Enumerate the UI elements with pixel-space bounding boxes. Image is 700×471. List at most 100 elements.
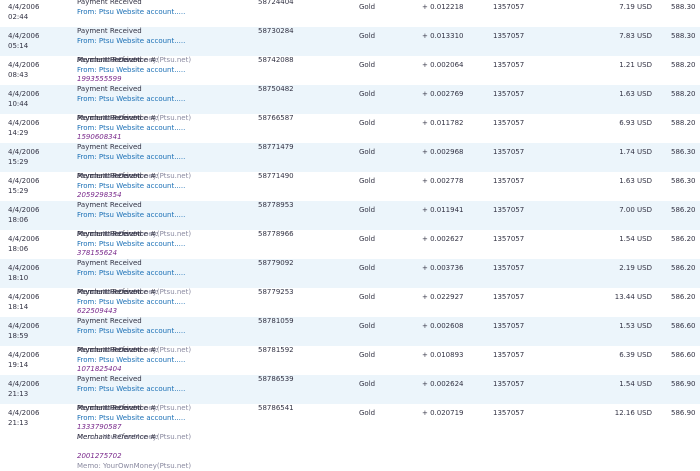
usd-amount: 1.63 USD [619,90,652,98]
batch-number[interactable]: 58724404 [258,0,294,8]
date-text: 4/4/2006 [8,32,40,40]
time-text: 14:29 [8,128,29,137]
account-number: 1357057 [493,90,525,98]
weight-amount: + 0.010893 [422,351,464,359]
weight-amount: + 0.002968 [422,148,464,156]
balance-amount: 588.30 [671,3,696,11]
time-text: 05:14 [8,41,29,50]
time-text: 18:14 [8,302,29,311]
usd-amount: 7.00 USD [619,206,652,214]
from-account-link[interactable]: From: Ptsu Website account..... [77,37,191,47]
time-text: 15:29 [8,186,29,195]
transaction-row: 4/4/2006 15:29 Payment Received From: Ptsu … [0,172,700,238]
metal-type: Gold [359,119,376,127]
from-account-link[interactable]: From: Ptsu Website account..... [77,153,191,163]
from-account-link[interactable]: From: Ptsu Website account..... [77,95,191,105]
account-number: 1357057 [493,351,525,359]
account-number: 1357057 [493,322,525,330]
from-account-link[interactable]: From: Ptsu Website account..... [77,124,191,134]
transaction-row: 4/4/2006 18:10 Payment Received From: Ptsu … [0,259,700,325]
account-number: 1357057 [493,177,525,185]
balance-amount: 588.20 [671,61,696,69]
date-text: 4/4/2006 [8,61,40,69]
batch-number[interactable]: 58750482 [258,85,294,95]
balance-amount: 586.90 [671,409,696,417]
metal-type: Gold [359,90,376,98]
batch-number[interactable]: 58766587 [258,114,294,124]
transaction-row: 4/4/2006 10:44 Payment Received From: Ptsu … [0,85,700,151]
weight-amount: + 0.003736 [422,264,464,272]
date-cell: 4/4/2006 18:59 [8,322,44,341]
transaction-type: Payment Received [77,0,142,6]
from-line: From: Ptsu Website account..... Merchant… [77,414,191,462]
from-account-link[interactable]: From: Ptsu Website account..... [77,269,191,279]
batch-number[interactable]: 58786541 [258,404,294,414]
balance-amount: 586.20 [671,235,696,243]
date-text: 4/4/2006 [8,206,40,214]
from-account-link[interactable]: From: Ptsu Website account..... [77,298,191,308]
weight-amount: + 0.013310 [422,32,464,40]
batch-number[interactable]: 58779092 [258,259,294,269]
account-number: 1357057 [493,380,525,388]
transaction-type: Payment Received [77,85,142,93]
balance-amount: 586.90 [671,380,696,388]
metal-type: Gold [359,293,376,301]
batch-number[interactable]: 58778953 [258,201,294,211]
account-number: 1357057 [493,148,525,156]
transaction-history-table: 4/4/2006 02:44 Payment Received From: Ptsu … [0,0,700,470]
transaction-row: 4/4/2006 15:29 Payment Received From: Ptsu … [0,143,700,209]
date-text: 4/4/2006 [8,409,40,417]
transaction-row: 4/4/2006 18:06 Payment Received From: Ptsu … [0,201,700,267]
date-cell: 4/4/2006 08:43 [8,61,44,80]
transaction-row: 4/4/2006 18:59 Payment Received From: Ptsu … [0,317,700,383]
from-account-link[interactable]: From: Ptsu Website account..... [77,356,191,366]
transaction-row: 4/4/2006 08:43 Payment Received From: Ptsu … [0,56,700,122]
transaction-row: 4/4/2006 05:14 Payment Received From: Ptsu … [0,27,700,93]
metal-type: Gold [359,322,376,330]
date-text: 4/4/2006 [8,177,40,185]
time-text: 19:14 [8,360,29,369]
balance-amount: 586.60 [671,322,696,330]
batch-number[interactable]: 58781059 [258,317,294,327]
from-account-link[interactable]: From: Ptsu Website account..... [77,66,191,76]
from-account-link[interactable]: From: Ptsu Website account..... [77,8,191,18]
from-account-link[interactable]: From: Ptsu Website account..... [77,211,191,221]
batch-number[interactable]: 58781592 [258,346,294,356]
account-number: 1357057 [493,119,525,127]
date-text: 4/4/2006 [8,3,40,11]
from-account-link[interactable]: From: Ptsu Website account..... [77,385,191,395]
batch-number[interactable]: 58778966 [258,230,294,240]
date-cell: 4/4/2006 18:06 [8,235,44,254]
usd-amount: 6.39 USD [619,351,652,359]
account-number: 1357057 [493,206,525,214]
from-account-link[interactable]: From: Ptsu Website account..... [77,240,191,250]
date-cell: 4/4/2006 15:29 [8,148,44,167]
weight-amount: + 0.011941 [422,206,464,214]
transaction-row: 4/4/2006 21:13 Payment Received From: Ptsu … [0,404,700,470]
metal-type: Gold [359,380,376,388]
metal-type: Gold [359,3,376,11]
batch-number[interactable]: 58730284 [258,27,294,37]
time-text: 18:59 [8,331,29,340]
time-text: 21:13 [8,418,29,427]
weight-amount: + 0.002608 [422,322,464,330]
merchant-reference-label: Merchant Reference #: [77,432,159,441]
balance-amount: 586.30 [671,177,696,185]
transaction-row: 4/4/2006 02:44 Payment Received From: Ptsu … [0,0,700,64]
time-text: 18:10 [8,273,29,282]
transaction-type: Payment Received [77,172,142,180]
batch-number[interactable]: 58742088 [258,56,294,66]
transaction-row: 4/4/2006 19:14 Payment Received From: Ptsu … [0,346,700,412]
batch-number[interactable]: 58779253 [258,288,294,298]
balance-amount: 586.20 [671,264,696,272]
batch-number[interactable]: 58771490 [258,172,294,182]
from-account-link[interactable]: From: Ptsu Website account..... [77,414,191,424]
batch-number[interactable]: 58786539 [258,375,294,385]
weight-amount: + 0.012218 [422,3,464,11]
account-number: 1357057 [493,3,525,11]
from-account-link[interactable]: From: Ptsu Website account..... [77,327,191,337]
from-account-link[interactable]: From: Ptsu Website account..... [77,182,191,192]
time-text: 08:43 [8,70,29,79]
date-cell: 4/4/2006 14:29 [8,119,44,138]
batch-number[interactable]: 58771479 [258,143,294,153]
